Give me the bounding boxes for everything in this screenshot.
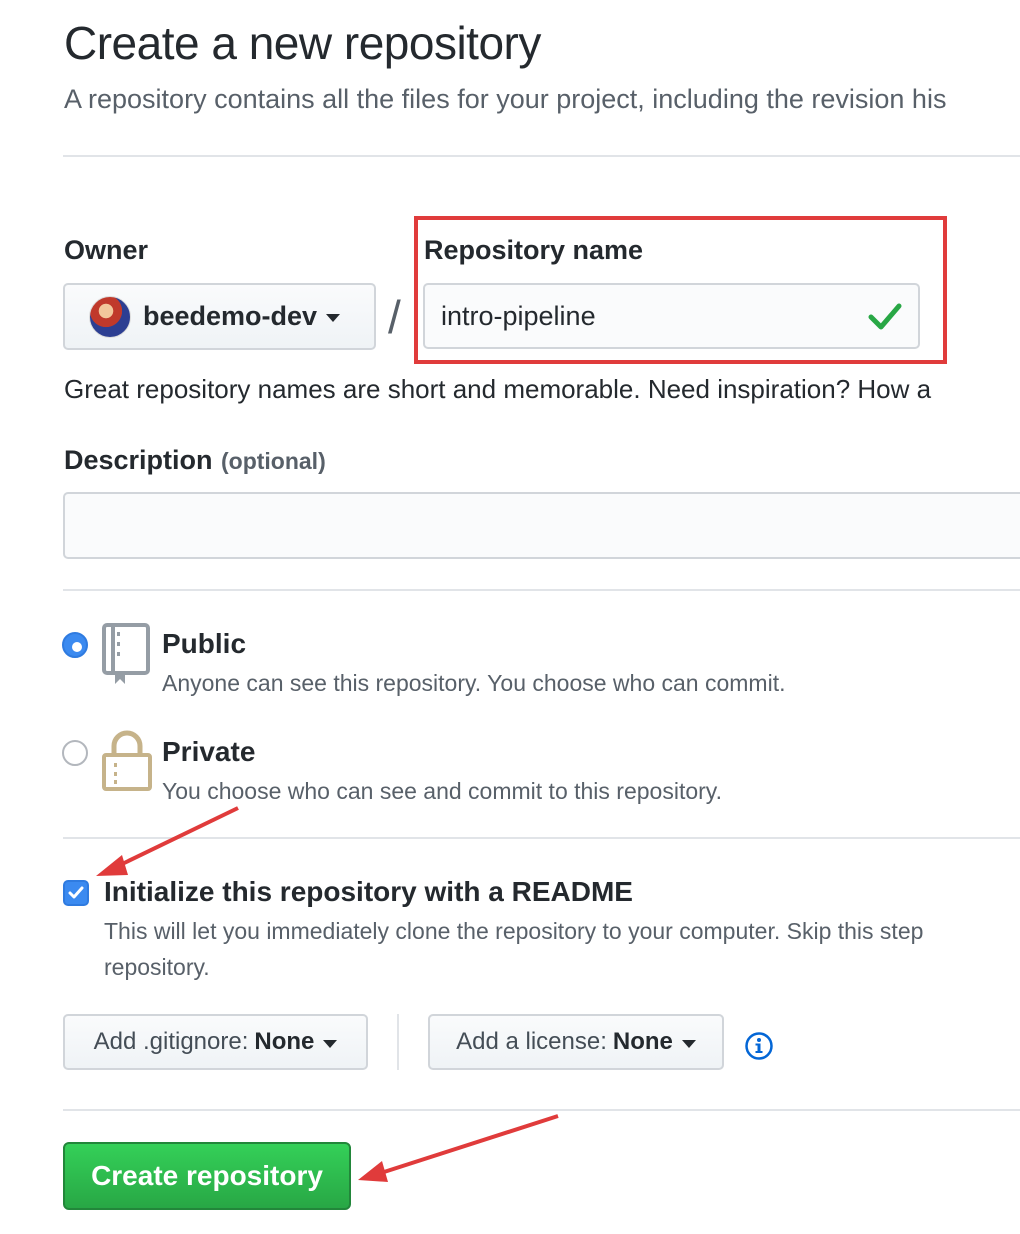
readme-checkbox[interactable] — [63, 880, 89, 906]
page-title: Create a new repository — [64, 17, 541, 69]
chevron-down-icon — [681, 1039, 696, 1048]
gitignore-select[interactable]: Add .gitignore: None — [63, 1014, 368, 1070]
chevron-down-icon — [326, 314, 341, 322]
header-divider — [63, 155, 1020, 157]
public-title: Public — [162, 628, 247, 659]
readme-desc-line2: repository. — [104, 954, 210, 980]
gitignore-value: None — [254, 1028, 315, 1055]
info-icon[interactable] — [744, 1031, 774, 1061]
owner-repo-separator: / — [388, 291, 401, 343]
license-value: None — [612, 1028, 673, 1055]
license-select[interactable]: Add a license: None — [428, 1014, 724, 1070]
annotation-arrow-readme — [96, 806, 239, 876]
annotation-highlight-box — [414, 216, 947, 364]
checkmark-icon — [68, 886, 84, 899]
page-subtitle: A repository contains all the files for … — [64, 84, 947, 114]
private-title: Private — [162, 736, 256, 767]
owner-select[interactable]: beedemo-dev — [63, 283, 376, 350]
public-radio[interactable] — [62, 632, 88, 658]
gitignore-prefix: Add .gitignore: — [93, 1028, 249, 1055]
repo-name-hint: Great repository names are short and mem… — [64, 374, 932, 404]
select-divider — [397, 1014, 399, 1070]
visibility-divider — [63, 837, 1020, 839]
description-label: Description — [64, 445, 213, 475]
public-desc: Anyone can see this repository. You choo… — [162, 670, 786, 696]
owner-avatar — [89, 295, 131, 338]
create-repository-button[interactable]: Create repository — [63, 1142, 351, 1210]
description-optional: (optional) — [220, 448, 326, 474]
chevron-down-icon — [323, 1039, 338, 1048]
form-divider — [63, 589, 1020, 591]
private-desc: You choose who can see and commit to thi… — [162, 778, 722, 804]
repo-book-icon — [102, 623, 150, 684]
private-radio[interactable] — [62, 740, 88, 766]
license-prefix: Add a license: — [456, 1028, 607, 1055]
submit-divider — [63, 1109, 1020, 1111]
description-input[interactable] — [63, 492, 1020, 559]
description-label-row: Description (optional) — [64, 445, 326, 476]
owner-label: Owner — [64, 235, 149, 265]
lock-icon — [102, 730, 152, 791]
readme-title: Initialize this repository with a README — [104, 876, 633, 907]
annotation-arrow-create — [358, 1114, 559, 1182]
owner-select-value: beedemo-dev — [143, 301, 318, 331]
readme-desc-line1: This will let you immediately clone the … — [104, 918, 924, 944]
